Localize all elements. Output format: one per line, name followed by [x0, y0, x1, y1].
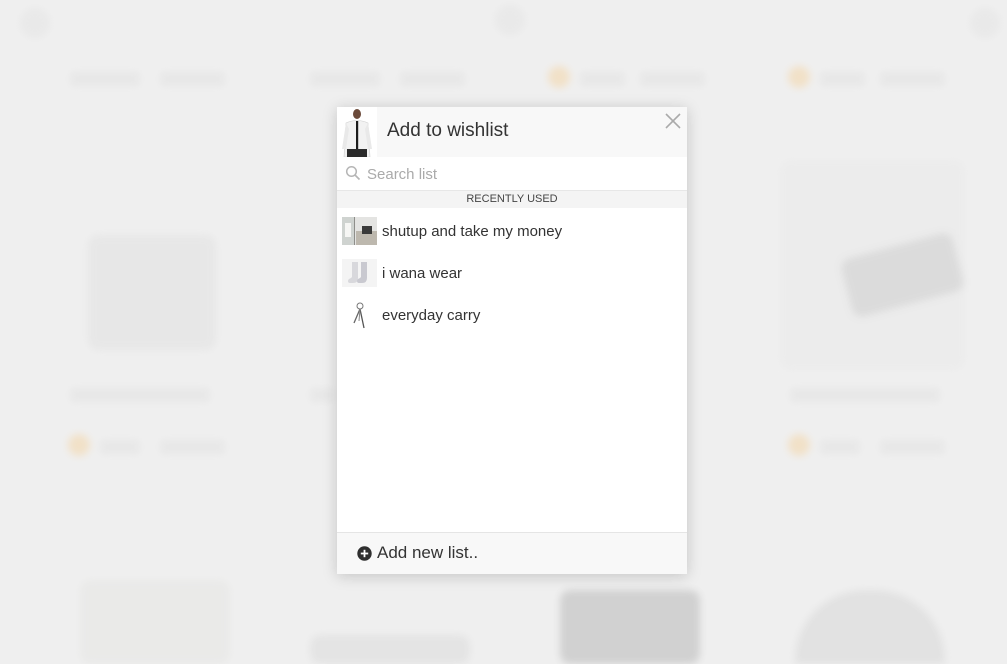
list-item[interactable]: i wana wear	[337, 252, 687, 294]
wishlist-list: shutup and take my money i wana wear eve…	[337, 210, 687, 336]
plus-circle-icon	[357, 545, 372, 561]
close-icon[interactable]	[663, 111, 683, 131]
search-input[interactable]	[365, 162, 669, 186]
socks-photo	[342, 259, 377, 287]
search-icon	[345, 165, 361, 181]
wishlist-modal: Add to wishlist RECENTLY USED	[337, 107, 687, 574]
add-new-list-label: Add new list..	[377, 543, 479, 562]
list-item[interactable]: shutup and take my money	[337, 210, 687, 252]
modal-title: Add to wishlist	[387, 120, 509, 141]
list-item-label: everyday carry	[382, 306, 481, 324]
modal-header: Add to wishlist	[337, 107, 687, 158]
add-new-list-button[interactable]: Add new list..	[357, 543, 478, 563]
list-item[interactable]: everyday carry	[337, 294, 687, 336]
keychain-photo	[342, 301, 377, 329]
list-item-label: shutup and take my money	[382, 222, 563, 240]
product-thumbnail	[337, 107, 377, 158]
modal-footer: Add new list..	[337, 532, 687, 574]
recently-used-label: RECENTLY USED	[337, 191, 687, 208]
search-row	[337, 157, 687, 191]
room-photo	[342, 217, 377, 245]
list-item-label: i wana wear	[382, 264, 463, 282]
